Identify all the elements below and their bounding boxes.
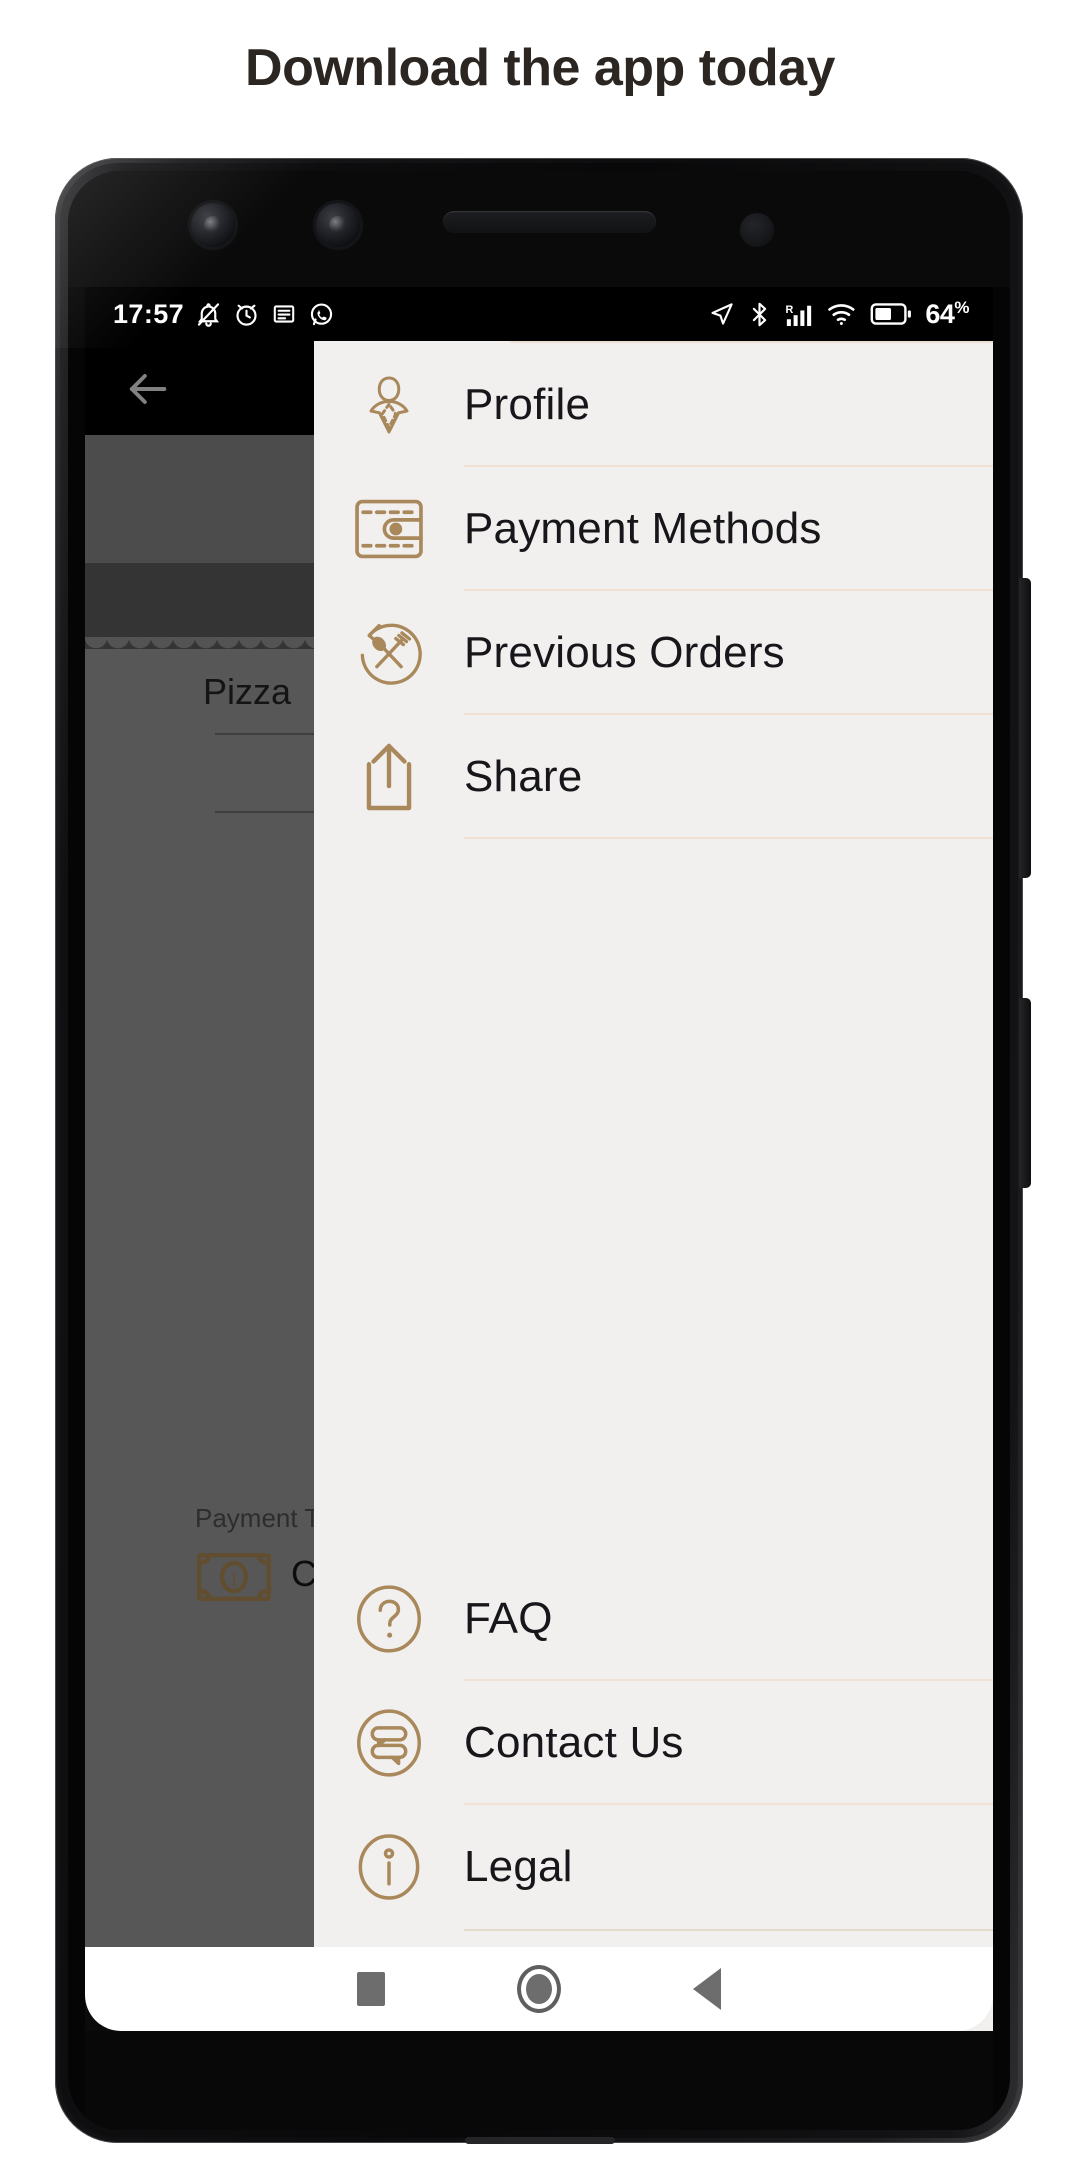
- phone-screen: Pizza Payment T 1 C Profile Payment Meth…: [85, 287, 993, 2047]
- phone-top-hardware: [68, 171, 1010, 287]
- phone-bottom-chin: [85, 2031, 993, 2130]
- recents-button[interactable]: [287, 1972, 455, 2006]
- menu-item-legal[interactable]: Legal: [314, 1805, 993, 1929]
- drawer-primary-menu: Profile Payment Methods Previous Orders …: [314, 343, 993, 839]
- info-circle-icon: [314, 1832, 464, 1902]
- menu-item-previous-orders[interactable]: Previous Orders: [314, 591, 993, 715]
- front-camera-secondary-icon: [316, 203, 360, 247]
- alarm-icon: [233, 301, 260, 328]
- menu-item-contact-us[interactable]: Contact Us: [314, 1681, 993, 1805]
- status-bar-right: R 64%: [708, 298, 993, 330]
- wallet-icon: [314, 498, 464, 560]
- power-button[interactable]: [1019, 578, 1031, 878]
- profile-icon: [314, 369, 464, 441]
- menu-item-faq[interactable]: FAQ: [314, 1557, 993, 1681]
- battery-percent: 64%: [925, 298, 969, 329]
- share-icon: [314, 742, 464, 812]
- proximity-sensor-icon: [740, 213, 774, 247]
- menu-item-label: Profile: [464, 380, 591, 429]
- earpiece-speaker: [443, 211, 656, 233]
- battery-icon: [870, 302, 912, 326]
- menu-item-label: Payment Methods: [464, 504, 822, 553]
- circle-home-icon: [517, 1965, 561, 2013]
- drawer-bottom-divider: [464, 1929, 993, 1931]
- menu-item-share[interactable]: Share: [314, 715, 993, 839]
- bluetooth-icon: [748, 301, 771, 328]
- navigation-drawer: Profile Payment Methods Previous Orders …: [314, 341, 993, 2047]
- roaming-signal-icon: R: [784, 301, 814, 328]
- menu-item-label: Previous Orders: [464, 628, 785, 677]
- menu-item-payment-methods[interactable]: Payment Methods: [314, 467, 993, 591]
- page-title: Download the app today: [245, 39, 835, 97]
- reorder-cutlery-icon: [314, 618, 464, 688]
- svg-text:R: R: [786, 304, 794, 316]
- location-arrow-icon: [708, 301, 735, 328]
- status-time: 17:57: [113, 298, 185, 329]
- whatsapp-icon: [308, 301, 335, 328]
- android-navigation-bar: [85, 1947, 993, 2031]
- menu-divider: [464, 837, 993, 839]
- wifi-icon: [827, 301, 857, 327]
- menu-item-label: FAQ: [464, 1594, 553, 1643]
- menu-item-label: Share: [464, 752, 583, 801]
- chat-bubbles-circle-icon: [314, 1708, 464, 1778]
- phone-mockup: Pizza Payment T 1 C Profile Payment Meth…: [55, 158, 1031, 2148]
- square-recents-icon: [357, 1972, 385, 2006]
- menu-item-profile[interactable]: Profile: [314, 343, 993, 467]
- question-circle-icon: [314, 1584, 464, 1654]
- triangle-back-icon: [693, 1968, 721, 2010]
- volume-button[interactable]: [1019, 998, 1031, 1188]
- status-bar-left: 17:57: [85, 299, 335, 330]
- bell-muted-icon: [195, 301, 222, 328]
- notes-icon: [271, 301, 297, 327]
- status-bar: 17:57 R 64%: [85, 287, 993, 341]
- menu-item-label: Contact Us: [464, 1718, 684, 1767]
- menu-item-label: Legal: [464, 1842, 573, 1891]
- front-camera-icon: [191, 203, 235, 247]
- back-button[interactable]: [623, 1968, 791, 2010]
- phone-bottom-speaker: [465, 2137, 615, 2144]
- phone-bezel: Pizza Payment T 1 C Profile Payment Meth…: [68, 171, 1010, 2130]
- home-button[interactable]: [455, 1965, 623, 2013]
